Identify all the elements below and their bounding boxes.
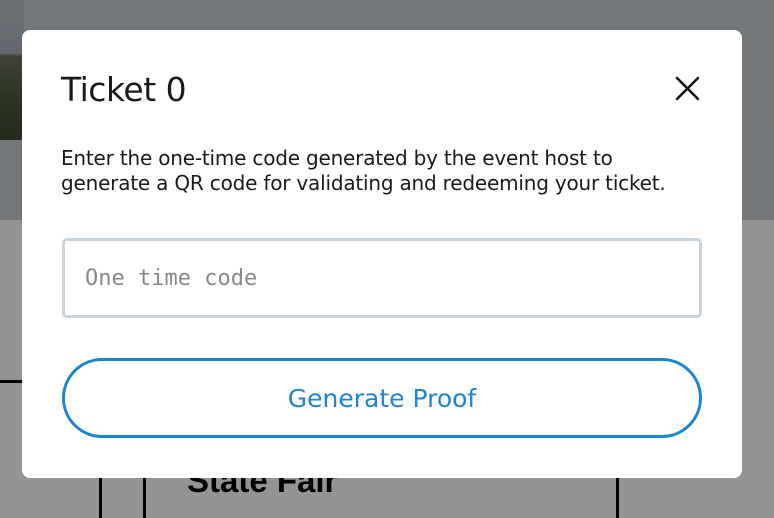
ticket-modal: Ticket 0 Enter the one-time code generat… [22, 30, 742, 478]
generate-proof-button[interactable]: Generate Proof [62, 358, 702, 438]
one-time-code-input[interactable] [62, 238, 702, 318]
modal-title: Ticket 0 [61, 70, 187, 109]
close-icon [675, 76, 700, 101]
close-button[interactable] [670, 72, 704, 106]
modal-description: Enter the one-time code generated by the… [61, 146, 666, 195]
